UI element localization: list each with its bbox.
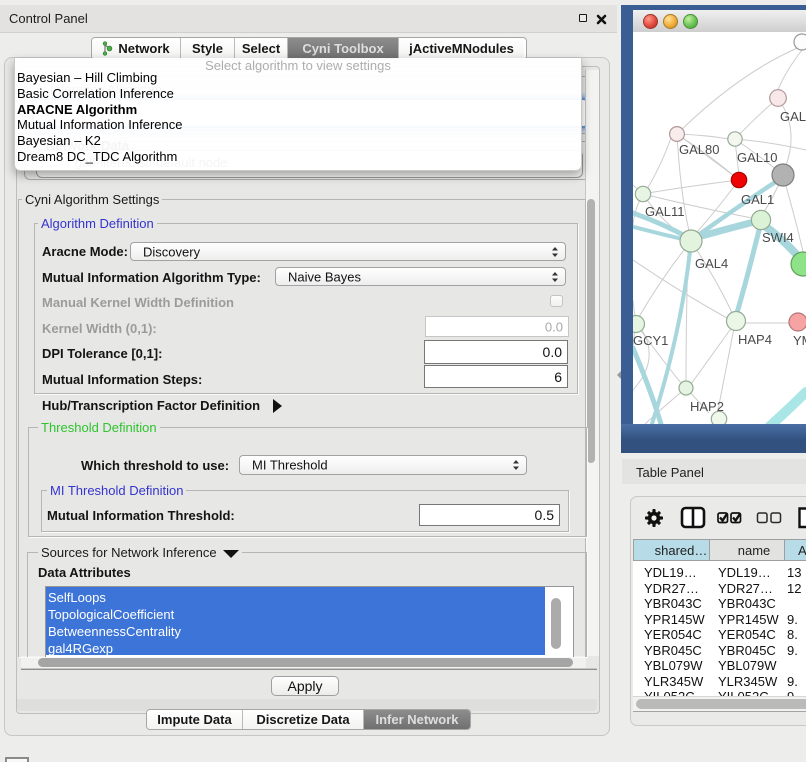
svg-text:GAL80: GAL80 bbox=[679, 142, 719, 157]
svg-text:GAL4: GAL4 bbox=[695, 256, 728, 271]
svg-text:SWI4: SWI4 bbox=[762, 230, 794, 245]
svg-text:HAP4: HAP4 bbox=[738, 332, 772, 347]
svg-text:GAL1: GAL1 bbox=[741, 192, 774, 207]
svg-text:GAL11: GAL11 bbox=[645, 204, 685, 219]
svg-text:YM: YM bbox=[793, 333, 806, 348]
svg-text:HAP2: HAP2 bbox=[690, 399, 724, 414]
svg-text:GAL10: GAL10 bbox=[737, 150, 777, 165]
svg-text:GAL2: GAL2 bbox=[780, 109, 806, 124]
svg-text:GCY1: GCY1 bbox=[633, 333, 668, 348]
